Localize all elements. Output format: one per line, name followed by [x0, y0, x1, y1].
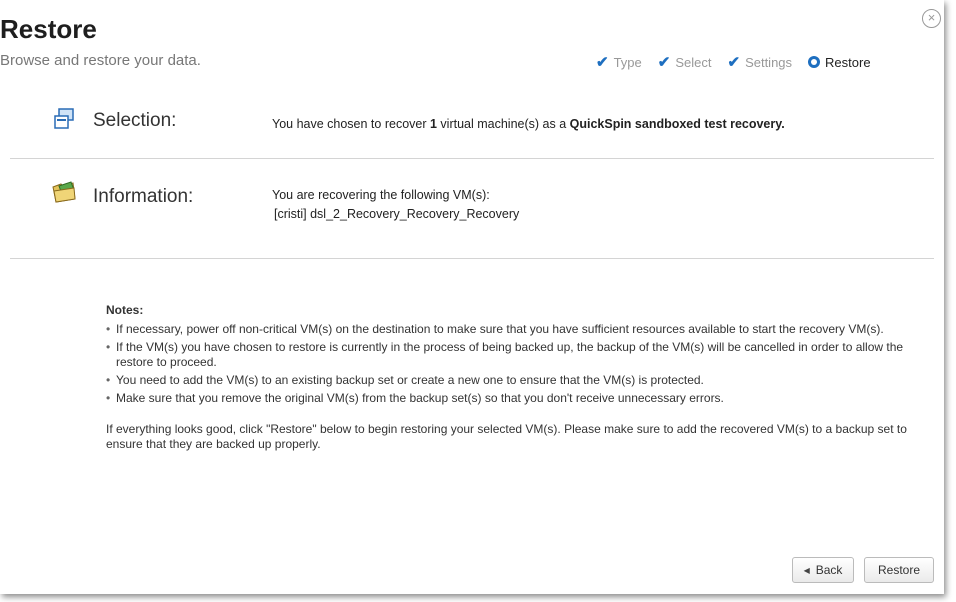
step-restore: Restore: [808, 53, 871, 71]
restore-button[interactable]: Restore: [864, 557, 934, 583]
step-label: Settings: [745, 54, 793, 70]
information-details: You are recovering the following VM(s): …: [272, 186, 519, 224]
vm-name: [cristi] dsl_2_Recovery_Recovery_Recover…: [274, 207, 520, 221]
notes-section: Notes: If necessary, power off non-criti…: [106, 303, 936, 452]
note-item: If the VM(s) you have chosen to restore …: [106, 340, 936, 370]
information-label: Information:: [93, 186, 194, 207]
check-icon: ✔: [657, 54, 671, 71]
page-title: Restore: [0, 14, 97, 44]
information-text: You are recovering the following VM(s):: [272, 188, 490, 202]
note-item: Make sure that you remove the original V…: [106, 391, 936, 406]
note-item: If necessary, power off non-critical VM(…: [106, 322, 936, 337]
divider: [10, 158, 934, 159]
step-label: Type: [613, 54, 642, 70]
page-subtitle: Browse and restore your data.: [0, 52, 201, 69]
wizard-steps: ✔ Type ✔ Select ✔ Settings Restore: [596, 53, 871, 71]
recovery-mode: QuickSpin sandboxed test recovery.: [569, 117, 785, 131]
selection-text-mid: virtual machine(s) as a: [436, 117, 570, 131]
step-select: ✔ Select: [658, 53, 712, 71]
current-step-icon: [808, 56, 821, 68]
step-settings: ✔ Settings: [727, 53, 792, 71]
restore-dialog: Restore Browse and restore your data. × …: [0, 0, 944, 594]
back-button-label: Back: [815, 563, 843, 577]
check-icon: ✔: [727, 54, 741, 71]
virtual-machines-icon: [54, 108, 74, 129]
close-icon[interactable]: ×: [922, 9, 941, 28]
back-arrow-icon: ◀: [803, 565, 810, 575]
folder-icon: [52, 181, 76, 203]
divider: [10, 258, 934, 259]
back-button[interactable]: ◀ Back: [792, 557, 854, 583]
note-item: You need to add the VM(s) to an existing…: [106, 373, 936, 388]
notes-heading: Notes:: [106, 303, 144, 317]
vm-count: 1: [429, 117, 437, 131]
closing-text: If everything looks good, click "Restore…: [106, 422, 907, 451]
step-type: ✔ Type: [596, 53, 642, 71]
selection-label: Selection:: [93, 110, 177, 131]
selection-text-prefix: You have chosen to recover: [272, 117, 430, 131]
step-label: Select: [675, 54, 712, 70]
restore-button-label: Restore: [877, 563, 921, 577]
selection-summary: You have chosen to recover 1 virtual mac…: [272, 115, 785, 134]
check-icon: ✔: [596, 54, 609, 71]
step-label: Restore: [825, 54, 871, 70]
